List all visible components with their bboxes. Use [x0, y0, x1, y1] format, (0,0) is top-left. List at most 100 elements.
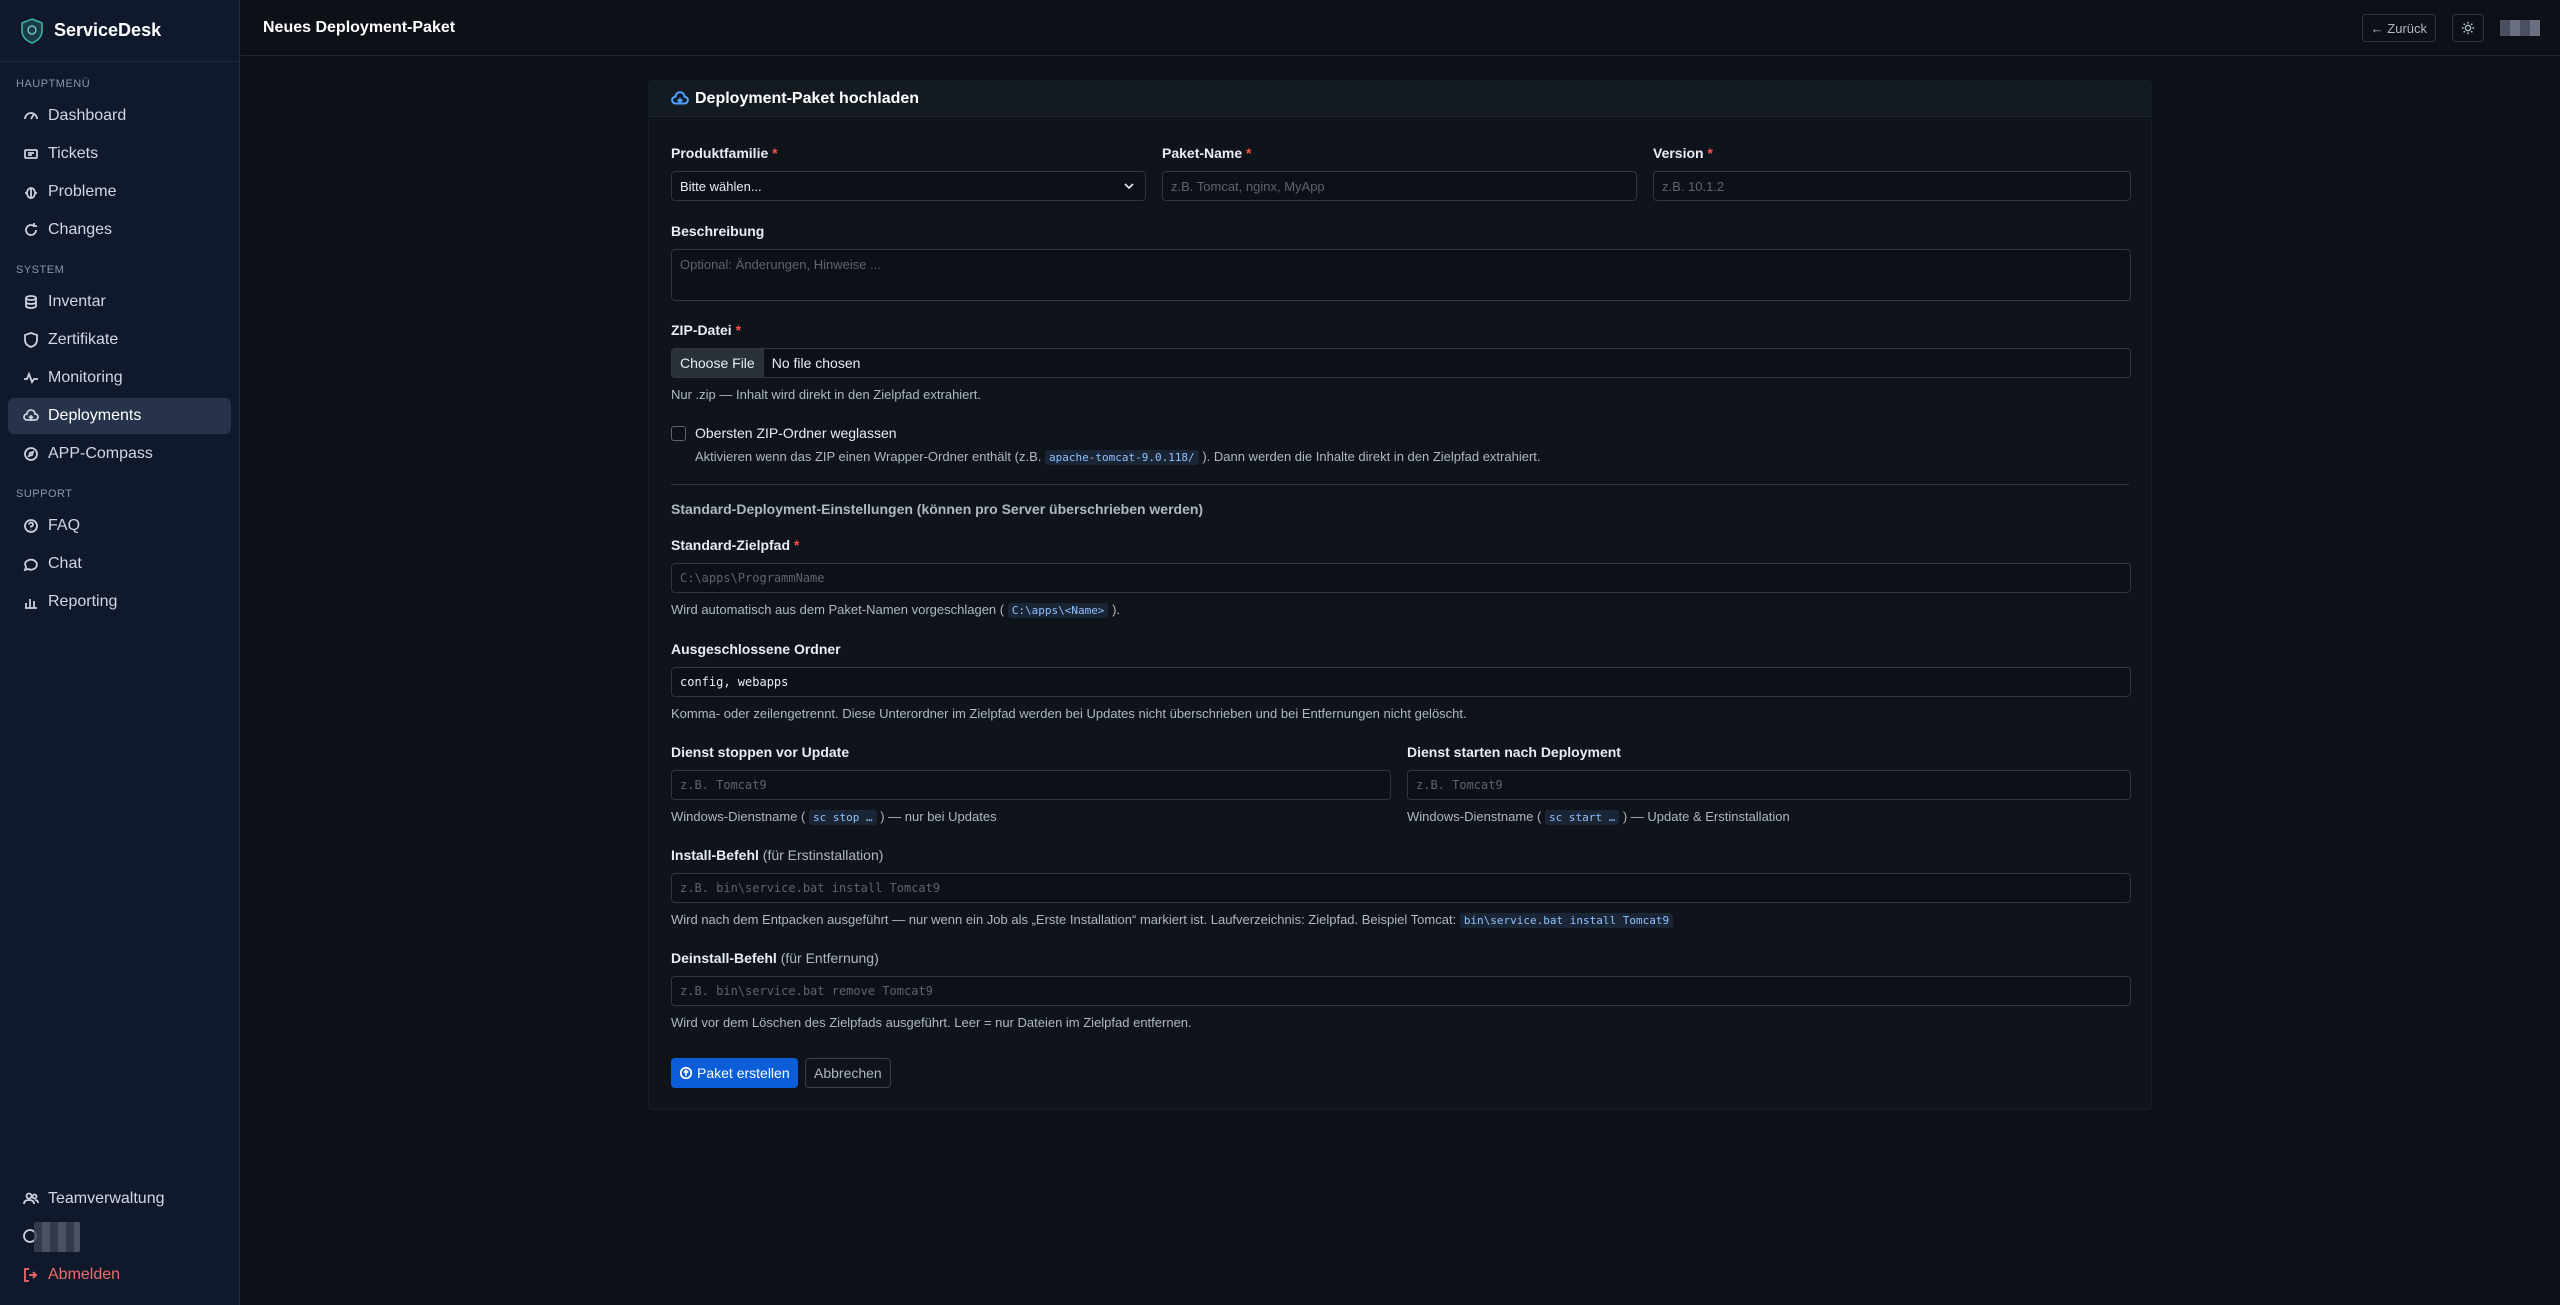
label-text: Version: [1653, 145, 1704, 161]
sidebar-item-label: Tickets: [48, 145, 99, 162]
page-title: Neues Deployment-Paket: [263, 18, 456, 36]
sidebar-item-label: Monitoring: [48, 369, 123, 386]
speedometer-icon: [22, 107, 40, 125]
zip-file-input[interactable]: Choose File No file chosen: [671, 348, 2131, 378]
button-label: Paket erstellen: [697, 1065, 790, 1081]
sidebar-item-label: Probleme: [48, 183, 117, 200]
label-text: ZIP-Datei: [671, 322, 732, 338]
sidebar-item-teamverwaltung[interactable]: Teamverwaltung: [8, 1181, 232, 1217]
sidebar-item-app-compass[interactable]: APP-Compass: [8, 436, 231, 472]
theme-toggle-button[interactable]: [2452, 14, 2484, 42]
package-name-input[interactable]: z.B. Tomcat, nginx, MyApp: [1162, 171, 1637, 201]
cloud-upload-icon: [679, 1066, 693, 1080]
code-snippet: sc start …: [1545, 810, 1620, 825]
sidebar-item-label: Zertifikate: [48, 331, 119, 348]
help-text: Aktivieren wenn das ZIP einen Wrapper-Or…: [695, 449, 1042, 464]
choose-file-button[interactable]: Choose File: [672, 349, 764, 377]
file-status: No file chosen: [771, 355, 861, 371]
help-text: ). Dann werden die Inhalte direkt in den…: [1202, 449, 1541, 464]
database-icon: [22, 293, 40, 311]
help-text: Windows-Dienstname (: [1407, 809, 1542, 824]
card-header: Deployment-Paket hochladen: [649, 81, 2151, 117]
uninstall-cmd-input[interactable]: z.B. bin\service.bat remove Tomcat9: [671, 976, 2131, 1006]
sidebar-item-label: APP-Compass: [48, 445, 153, 462]
start-service-input[interactable]: z.B. Tomcat9: [1407, 770, 2131, 800]
label-text: Standard-Zielpfad: [671, 537, 791, 553]
section-label-hauptmenu: HAUPTMENÜ: [16, 78, 91, 90]
sidebar-item-tickets[interactable]: Tickets: [8, 136, 231, 172]
stop-service-label: Dienst stoppen vor Update: [671, 744, 850, 760]
logout-button[interactable]: Abmelden: [8, 1257, 232, 1293]
user-profile[interactable]: [8, 1219, 232, 1255]
start-service-label: Dienst starten nach Deployment: [1407, 744, 1621, 760]
bar-chart-icon: [22, 593, 40, 611]
sun-icon: [2461, 21, 2475, 35]
refresh-icon: [22, 221, 40, 239]
install-cmd-help: Wird nach dem Entpacken ausgeführt — nur…: [671, 912, 1674, 928]
sidebar-item-label: Deployments: [48, 407, 142, 424]
brand[interactable]: ServiceDesk: [0, 0, 239, 62]
sidebar-item-deployments[interactable]: Deployments: [8, 398, 231, 434]
sidebar-item-changes[interactable]: Changes: [8, 212, 231, 248]
compass-icon: [22, 445, 40, 463]
cloud-upload-icon: [22, 407, 40, 425]
shield-icon: [22, 331, 40, 349]
strip-root-help: Aktivieren wenn das ZIP einen Wrapper-Or…: [695, 449, 1541, 465]
upload-card: Deployment-Paket hochladen Produktfamili…: [648, 80, 2152, 1110]
logout-icon: [22, 1266, 40, 1284]
topbar: Neues Deployment-Paket ← Zurück: [241, 0, 2560, 56]
sidebar-item-zertifikate[interactable]: Zertifikate: [8, 322, 231, 358]
install-cmd-input[interactable]: z.B. bin\service.bat install Tomcat9: [671, 873, 2131, 903]
help-text: Windows-Dienstname (: [671, 809, 806, 824]
stop-service-input[interactable]: z.B. Tomcat9: [671, 770, 1391, 800]
help-text: ) — nur bei Updates: [880, 809, 997, 824]
activity-icon: [22, 369, 40, 387]
code-snippet: C:\apps\<Name>: [1007, 603, 1109, 618]
sidebar-item-probleme[interactable]: Probleme: [8, 174, 231, 210]
install-cmd-label: Install-Befehl (für Erstinstallation): [671, 847, 883, 863]
version-label: Version *: [1653, 145, 1713, 161]
question-circle-icon: [22, 517, 40, 535]
zip-label: ZIP-Datei *: [671, 322, 741, 338]
sidebar-bottom: Teamverwaltung Abmelden: [0, 1179, 240, 1295]
people-icon: [22, 1190, 40, 1208]
sidebar-item-monitoring[interactable]: Monitoring: [8, 360, 231, 396]
cloud-upload-icon: [671, 90, 689, 108]
label-hint: (für Entfernung): [780, 950, 879, 966]
label-hint: (für Erstinstallation): [762, 847, 884, 863]
excluded-folders-label: Ausgeschlossene Ordner: [671, 641, 841, 657]
strip-root-checkbox[interactable]: [671, 426, 686, 441]
user-menu[interactable]: [2500, 20, 2540, 36]
zip-help: Nur .zip — Inhalt wird direkt in den Zie…: [671, 387, 981, 402]
excluded-folders-input[interactable]: config, webapps: [671, 667, 2131, 697]
sidebar-item-reporting[interactable]: Reporting: [8, 584, 231, 620]
sidebar-item-label: FAQ: [48, 517, 81, 534]
section-label-system: SYSTEM: [16, 264, 65, 276]
sidebar-item-label: Chat: [48, 555, 82, 572]
create-package-button[interactable]: Paket erstellen: [671, 1058, 798, 1088]
target-path-input[interactable]: C:\apps\ProgrammName: [671, 563, 2131, 593]
sidebar-item-faq[interactable]: FAQ: [8, 508, 231, 544]
version-input[interactable]: z.B. 10.1.2: [1653, 171, 2131, 201]
sidebar-item-dashboard[interactable]: Dashboard: [8, 98, 231, 134]
strip-root-label[interactable]: Obersten ZIP-Ordner weglassen: [695, 425, 897, 441]
label-text: Deinstall-Befehl: [671, 950, 777, 966]
description-label: Beschreibung: [671, 223, 765, 239]
package-name-label: Paket-Name *: [1162, 145, 1252, 161]
defaults-heading: Standard-Deployment-Einstellungen (könne…: [671, 501, 1204, 517]
excluded-folders-help: Komma- oder zeilengetrennt. Diese Untero…: [671, 706, 1467, 721]
product-family-select[interactable]: Bitte wählen...: [671, 171, 1146, 201]
cancel-button[interactable]: Abbrechen: [805, 1058, 891, 1088]
sidebar-item-label: Inventar: [48, 293, 106, 310]
bug-icon: [22, 183, 40, 201]
servicedesk-logo-icon: [21, 17, 43, 44]
description-textarea[interactable]: Optional: Änderungen, Hinweise ...: [671, 249, 2131, 301]
select-value: Bitte wählen...: [680, 178, 762, 194]
sidebar-item-inventar[interactable]: Inventar: [8, 284, 231, 320]
sidebar: ServiceDesk HAUPTMENÜ Dashboard Tickets …: [0, 0, 240, 1305]
sidebar-item-chat[interactable]: Chat: [8, 546, 231, 582]
uninstall-cmd-help: Wird vor dem Löschen des Zielpfads ausge…: [671, 1015, 1192, 1030]
label-text: Produktfamilie: [671, 145, 769, 161]
chat-icon: [22, 555, 40, 573]
back-button[interactable]: ← Zurück: [2361, 14, 2436, 42]
